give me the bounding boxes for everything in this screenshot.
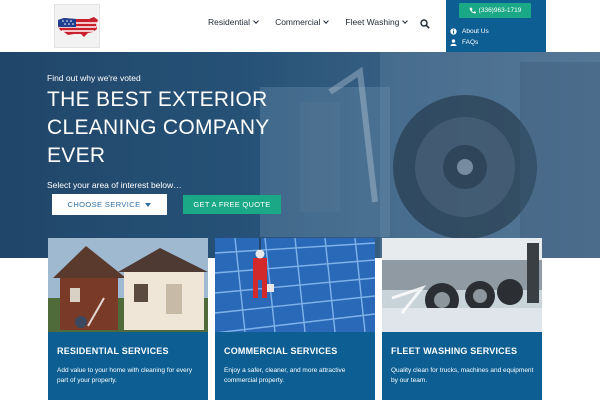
nav-fleet-washing[interactable]: Fleet Washing: [345, 17, 409, 27]
choose-service-label: CHOOSE SERVICE: [67, 200, 141, 209]
hero-banner: Find out why we're voted THE BEST EXTERI…: [0, 52, 600, 258]
choose-service-dropdown[interactable]: CHOOSE SERVICE: [52, 194, 167, 215]
nav-commercial-label: Commercial: [275, 17, 321, 27]
commercial-card-text: Enjoy a safer, cleaner, and more attract…: [224, 367, 346, 384]
nav-fleet-washing-label: Fleet Washing: [345, 17, 400, 27]
about-us-label: About Us: [462, 28, 489, 35]
fleet-card-title: FLEET WASHING SERVICES: [391, 346, 518, 356]
phone-number: (336)963-1719: [478, 7, 522, 14]
contact-panel: (336)963-1719 About Us FAQs: [446, 0, 546, 52]
nav-residential[interactable]: Residential: [208, 17, 259, 27]
commercial-building-image: [215, 238, 375, 332]
hero-title: THE BEST EXTERIOR CLEANING COMPANY EVER: [47, 88, 270, 167]
free-quote-button[interactable]: GET A FREE QUOTE: [183, 195, 281, 214]
faqs-label: FAQs: [462, 39, 479, 46]
hero-subtitle: Find out why we're voted: [47, 73, 141, 83]
fleet-truck-image: [382, 238, 542, 332]
nav-residential-label: Residential: [208, 17, 251, 27]
hero-select-prompt: Select your area of interest below…: [47, 180, 182, 190]
main-nav: Residential Commercial Fleet Washing: [208, 17, 424, 27]
chevron-down-icon: [253, 18, 259, 24]
commercial-services-card[interactable]: COMMERCIAL SERVICES Enjoy a safer, clean…: [215, 238, 375, 400]
residential-card-title: RESIDENTIAL SERVICES: [57, 346, 169, 356]
nav-commercial[interactable]: Commercial: [275, 17, 330, 27]
commercial-card-title: COMMERCIAL SERVICES: [224, 346, 338, 356]
user-icon: [450, 39, 457, 46]
phone-icon: [469, 7, 476, 14]
residential-house-image: [48, 238, 208, 332]
search-icon[interactable]: [420, 19, 430, 29]
usa-map-flag-logo-icon: [58, 17, 98, 37]
about-us-link[interactable]: About Us: [450, 28, 489, 35]
caret-down-icon: [145, 202, 152, 207]
chevron-down-icon: [402, 18, 409, 24]
fleet-card-text: Quality clean for trucks, machines and e…: [391, 367, 534, 384]
free-quote-label: GET A FREE QUOTE: [193, 200, 271, 209]
residential-card-text: Add value to your home with cleaning for…: [57, 367, 193, 384]
info-icon: [450, 28, 457, 35]
phone-button[interactable]: (336)963-1719: [459, 3, 531, 18]
residential-services-card[interactable]: RESIDENTIAL SERVICES Add value to your h…: [48, 238, 208, 400]
company-logo[interactable]: [54, 4, 100, 48]
chevron-down-icon: [323, 18, 330, 24]
fleet-washing-services-card[interactable]: FLEET WASHING SERVICES Quality clean for…: [382, 238, 542, 400]
faqs-link[interactable]: FAQs: [450, 39, 478, 46]
